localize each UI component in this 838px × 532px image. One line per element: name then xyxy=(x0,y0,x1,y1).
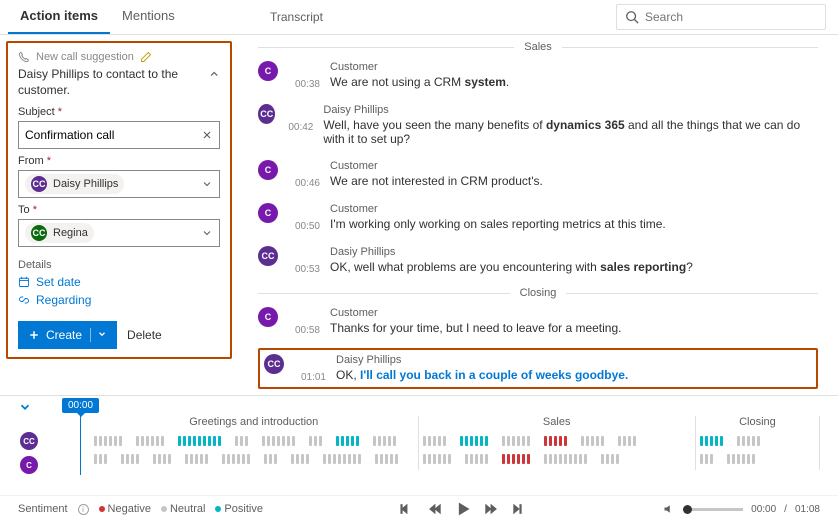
transcript-label: Transcript xyxy=(270,10,323,24)
regarding-link[interactable]: Regarding xyxy=(18,293,220,307)
to-label: To xyxy=(18,204,30,216)
create-button[interactable]: Create xyxy=(18,321,117,349)
message-text: Well, have you seen the many benefits of… xyxy=(323,118,818,146)
sentiment-legend: Sentiment i Negative Neutral Positive xyxy=(18,503,263,515)
message-text: We are not using a CRM system. xyxy=(330,75,509,89)
phone-icon xyxy=(18,51,30,63)
avatar: C xyxy=(258,307,278,327)
details-label: Details xyxy=(18,259,220,271)
speaker: Customer xyxy=(330,203,666,215)
avatar: CC xyxy=(31,176,47,192)
delete-button[interactable]: Delete xyxy=(127,328,162,342)
timeline-track xyxy=(696,434,819,448)
timeline-section[interactable]: Greetings and introduction xyxy=(90,416,419,470)
clear-icon[interactable] xyxy=(201,129,213,141)
transcript-message[interactable]: C 00:58 Customer Thanks for your time, b… xyxy=(258,305,818,338)
action-item-card: New call suggestion Daisy Phillips to co… xyxy=(6,41,232,359)
timeline-section[interactable]: Closing xyxy=(696,416,820,470)
speaker: Customer xyxy=(330,307,622,319)
avatar: CC xyxy=(258,246,278,266)
transcript-message[interactable]: CC 00:53 Dasiy Phillips OK, well what pr… xyxy=(258,244,818,277)
collapse-icon[interactable] xyxy=(208,67,220,81)
player-controls xyxy=(400,502,526,516)
avatar: C xyxy=(258,61,278,81)
speaker: Customer xyxy=(330,61,509,73)
track-avatar-customer: C xyxy=(20,456,38,474)
section-sales: Sales xyxy=(524,41,552,53)
avatar: CC xyxy=(31,225,47,241)
search-input[interactable] xyxy=(645,10,817,24)
subject-input-wrap[interactable] xyxy=(18,121,220,149)
info-icon[interactable]: i xyxy=(78,504,89,515)
transcript-message[interactable]: CC 01:01 Daisy Phillips OK, I'll call yo… xyxy=(258,348,818,389)
to-chip[interactable]: CC Regina xyxy=(25,223,94,243)
chevron-down-icon[interactable] xyxy=(201,178,213,190)
forward-icon[interactable] xyxy=(484,502,498,516)
message-text: OK, well what problems are you encounter… xyxy=(330,260,693,274)
chevron-down-icon[interactable] xyxy=(201,227,213,239)
message-text: Thanks for your time, but I need to leav… xyxy=(330,321,622,335)
tab-mentions[interactable]: Mentions xyxy=(110,0,187,34)
speaker: Dasiy Phillips xyxy=(330,246,693,258)
rewind-icon[interactable] xyxy=(428,502,442,516)
avatar: CC xyxy=(264,354,284,374)
speaker: Daisy Phillips xyxy=(336,354,628,366)
search-icon xyxy=(625,10,639,24)
time-current: 00:00 xyxy=(751,504,776,515)
from-chip[interactable]: CC Daisy Phillips xyxy=(25,174,124,194)
card-title: Daisy Phillips to contact to the custome… xyxy=(18,67,208,98)
timestamp: 00:58 xyxy=(288,307,320,336)
message-text: OK, I'll call you back in a couple of we… xyxy=(336,368,628,382)
timeline-section[interactable]: Sales xyxy=(419,416,696,470)
chevron-down-icon xyxy=(97,329,107,339)
plus-icon xyxy=(28,329,40,341)
subject-label: Subject xyxy=(18,106,55,118)
timeline-track xyxy=(419,434,695,448)
transcript-message[interactable]: CC 00:42 Daisy Phillips Well, have you s… xyxy=(258,102,818,148)
timeline-track xyxy=(696,452,819,466)
from-label: From xyxy=(18,155,44,167)
volume-icon[interactable] xyxy=(663,503,675,515)
timestamp: 00:38 xyxy=(288,61,320,90)
avatar: C xyxy=(258,203,278,223)
message-text: We are not interested in CRM product's. xyxy=(330,174,543,188)
suggestion-label: New call suggestion xyxy=(36,51,134,63)
timeline: 00:00 CC C Greetings and introductionSal… xyxy=(0,395,838,495)
edit-icon[interactable] xyxy=(140,51,152,63)
tabs: Action items Mentions xyxy=(0,0,250,34)
tab-action-items[interactable]: Action items xyxy=(8,0,110,34)
timestamp: 01:01 xyxy=(294,354,326,383)
set-date-link[interactable]: Set date xyxy=(18,275,220,289)
speaker: Daisy Phillips xyxy=(323,104,818,116)
transcript-message[interactable]: C 00:38 Customer We are not using a CRM … xyxy=(258,59,818,92)
calendar-icon xyxy=(18,276,30,288)
track-avatar-agent: CC xyxy=(20,432,38,450)
message-text: I'm working only working on sales report… xyxy=(330,217,666,231)
timestamp: 00:53 xyxy=(288,246,320,275)
volume-slider[interactable] xyxy=(683,508,743,511)
link-icon xyxy=(18,294,30,306)
section-closing: Closing xyxy=(520,287,557,299)
skip-forward-icon[interactable] xyxy=(512,502,526,516)
speaker: Customer xyxy=(330,160,543,172)
timeline-track xyxy=(90,434,418,448)
to-input-wrap[interactable]: CC Regina xyxy=(18,219,220,247)
subject-input[interactable] xyxy=(25,128,201,142)
transcript-message[interactable]: C 00:46 Customer We are not interested i… xyxy=(258,158,818,191)
timestamp: 00:50 xyxy=(288,203,320,232)
timestamp: 00:42 xyxy=(285,104,313,146)
transcript-message[interactable]: C 00:50 Customer I'm working only workin… xyxy=(258,201,818,234)
timestamp: 00:46 xyxy=(288,160,320,189)
timeline-track xyxy=(90,452,418,466)
transcript-panel: Sales C 00:38 Customer We are not using … xyxy=(238,35,838,395)
timeline-track xyxy=(419,452,695,466)
from-input-wrap[interactable]: CC Daisy Phillips xyxy=(18,170,220,198)
search-box[interactable] xyxy=(616,4,826,30)
play-icon[interactable] xyxy=(456,502,470,516)
avatar: C xyxy=(258,160,278,180)
skip-back-icon[interactable] xyxy=(400,502,414,516)
timeline-collapse-icon[interactable] xyxy=(18,400,32,414)
time-total: 01:08 xyxy=(795,504,820,515)
avatar: CC xyxy=(258,104,275,124)
